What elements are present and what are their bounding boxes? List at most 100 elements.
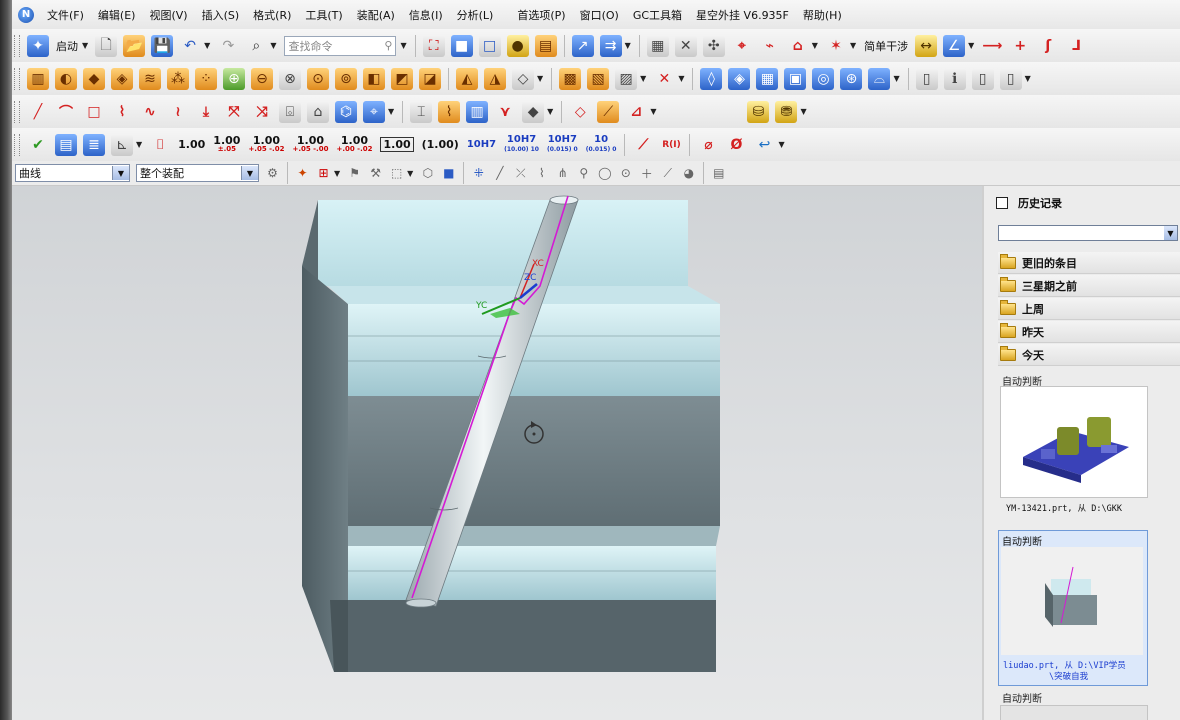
bridge-curve-icon[interactable]: ⌂ <box>307 100 329 123</box>
block-icon[interactable]: ◆ <box>83 67 105 90</box>
open-folder-icon[interactable]: 📂 <box>123 34 146 57</box>
scope-select[interactable]: 整个装配 ▼ <box>136 164 259 182</box>
edit-curve-1-icon[interactable]: ⌶ <box>410 100 433 123</box>
edit-curve-4-icon[interactable]: ⋎ <box>494 101 516 123</box>
menu-window[interactable]: 窗口(O) <box>573 7 626 23</box>
redo-icon[interactable]: ↷ <box>217 35 239 57</box>
subtract-icon[interactable]: ⊖ <box>251 67 273 90</box>
snap-existing-icon[interactable]: ＋ <box>638 165 655 182</box>
patch-icon[interactable]: ▧ <box>587 67 610 90</box>
cube-select-icon[interactable]: ■ <box>440 165 457 182</box>
wireframe-cube-icon[interactable]: □ <box>478 34 501 57</box>
dim-bilateral[interactable]: 1.00 +.05 -.02 <box>248 135 284 154</box>
surface-3-icon[interactable]: ▦ <box>756 67 779 90</box>
pattern-feature-icon[interactable]: ⁘ <box>195 67 217 90</box>
pocket-icon[interactable]: ◧ <box>363 67 385 90</box>
move-copy-icon[interactable]: ⇉ <box>599 34 622 57</box>
new-file-icon[interactable]: 🗋 <box>95 34 118 57</box>
snap-control-icon[interactable]: ⌇ <box>533 165 550 182</box>
rectangle-select-icon[interactable]: ⬚ <box>388 165 405 182</box>
curve-tool-2-icon[interactable]: + <box>1009 35 1031 57</box>
radius-dim-icon[interactable]: R(I) <box>660 134 682 156</box>
menu-edit[interactable]: 编辑(E) <box>91 7 143 23</box>
snap-icon[interactable]: ✦ <box>294 165 311 182</box>
toolbar-grip[interactable] <box>14 34 20 57</box>
solid-select-icon[interactable]: ⬡ <box>419 165 436 182</box>
mirror-icon[interactable]: ✕ <box>653 68 675 90</box>
assembly-2-icon[interactable]: ⛃ <box>775 100 798 123</box>
dim-reference[interactable]: (1.00) <box>422 138 459 151</box>
extend-icon[interactable]: ⌂ <box>787 35 809 57</box>
snap-circle-icon[interactable]: ◯ <box>596 165 613 182</box>
draft-icon[interactable]: ◭ <box>456 67 478 90</box>
menu-assembly[interactable]: 装配(A) <box>350 7 402 23</box>
snap-point-icon[interactable]: ⁜ <box>470 165 487 182</box>
pattern-icon[interactable]: ✣ <box>702 34 725 57</box>
extract-icon[interactable]: ✕ <box>674 34 697 57</box>
offset-curve-icon[interactable]: ≀ <box>167 101 189 123</box>
menu-file[interactable]: 文件(F) <box>40 7 91 23</box>
unite-icon[interactable]: ⊕ <box>223 67 245 90</box>
folder-older[interactable]: 更旧的条目 <box>998 252 1180 274</box>
polyline-icon[interactable]: ⌇ <box>111 101 133 123</box>
dim-nominal[interactable]: 1.00 <box>178 139 205 150</box>
arc-icon[interactable]: ⌒ <box>55 101 77 123</box>
select-box-icon[interactable]: ⊞ <box>315 165 332 182</box>
gear-icon[interactable]: ⚙ <box>264 165 281 182</box>
sew-icon[interactable]: ▩ <box>559 67 582 90</box>
folder-today[interactable]: 今天 <box>998 344 1180 366</box>
folder-yesterday[interactable]: 昨天 <box>998 321 1180 343</box>
menu-preferences[interactable]: 首选项(P) <box>510 7 572 23</box>
command-finder-icon[interactable]: ⌕ <box>245 35 267 57</box>
surface-7-icon[interactable]: ⌓ <box>868 67 891 90</box>
menu-tools[interactable]: 工具(T) <box>298 7 349 23</box>
dim-unilateral-plus[interactable]: 1.00 +.05 -.00 <box>292 135 328 154</box>
check-icon[interactable]: ✔ <box>27 134 49 156</box>
menu-analysis[interactable]: 分析(L) <box>450 7 501 23</box>
menu-help[interactable]: 帮助(H) <box>796 7 849 23</box>
simple-interference-button[interactable]: 简单干涉 <box>864 38 908 54</box>
menu-info[interactable]: 信息(I) <box>402 7 450 23</box>
folder-three-weeks[interactable]: 三星期之前 <box>998 275 1180 297</box>
rib-icon[interactable]: ⁂ <box>167 67 189 90</box>
surface-1-icon[interactable]: ◊ <box>700 67 723 90</box>
shell-icon[interactable]: ◈ <box>111 67 133 90</box>
fit-h7-1[interactable]: 10H7 <box>467 139 496 150</box>
layer-icon[interactable]: ▤ <box>534 34 557 57</box>
list-icon[interactable]: ≣ <box>83 133 105 156</box>
snap-intersect-icon[interactable]: ⋔ <box>554 165 571 182</box>
datum-plane-icon[interactable]: ◇ <box>569 101 591 123</box>
toolbar-grip[interactable] <box>14 67 20 90</box>
project-curve-icon[interactable]: ⤓ <box>195 101 217 123</box>
save-icon[interactable]: 💾 <box>151 34 174 57</box>
dim-unilateral-minus[interactable]: 1.00 +.00 -.02 <box>336 135 372 154</box>
hole-icon[interactable]: ⊙ <box>307 67 329 90</box>
offset-face-icon[interactable]: ◮ <box>484 67 506 90</box>
menu-insert[interactable]: 插入(S) <box>195 7 247 23</box>
intersect-icon[interactable]: ⊗ <box>279 67 301 90</box>
menu-gc-toolbox[interactable]: GC工具箱 <box>626 7 689 23</box>
surface-6-icon[interactable]: ⊛ <box>840 67 863 90</box>
toolbar-grip[interactable] <box>14 133 20 156</box>
info-1-icon[interactable]: ▯ <box>915 67 938 90</box>
dim-basic[interactable]: 1.00 <box>380 137 414 152</box>
surface-5-icon[interactable]: ◎ <box>812 67 835 90</box>
menu-plugin[interactable]: 星空外挂 V6.935F <box>689 7 796 23</box>
revolve-icon[interactable]: ◐ <box>55 67 77 90</box>
curve-tool-1-icon[interactable]: ⟶ <box>981 35 1003 57</box>
join-curve-icon[interactable]: ⌬ <box>335 100 357 123</box>
blend-icon[interactable]: ◪ <box>419 67 441 90</box>
replace-face-icon[interactable]: ◇ <box>512 67 534 90</box>
edit-curve-2-icon[interactable]: ⌇ <box>438 100 461 123</box>
move-object-icon[interactable]: ↗ <box>571 34 594 57</box>
clipboard-icon[interactable]: ▤ <box>55 133 77 156</box>
start-button[interactable]: 启动 <box>56 38 78 54</box>
history-card-2-frame[interactable]: 自动判断 liudao.prt, 从 D:\VIP学员 \突破自我 <box>998 530 1148 686</box>
shaded-cube-icon[interactable]: ■ <box>450 34 473 57</box>
snap-arc-center-icon[interactable]: ⚲ <box>575 165 592 182</box>
measure-angle-icon[interactable]: ∠ <box>943 34 966 57</box>
snap-face-icon[interactable]: ◕ <box>680 165 697 182</box>
info-4-icon[interactable]: ▯ <box>999 67 1022 90</box>
snap-mid-icon[interactable]: ⤫ <box>512 165 529 182</box>
section-curve-icon[interactable]: ⤨ <box>251 101 273 123</box>
